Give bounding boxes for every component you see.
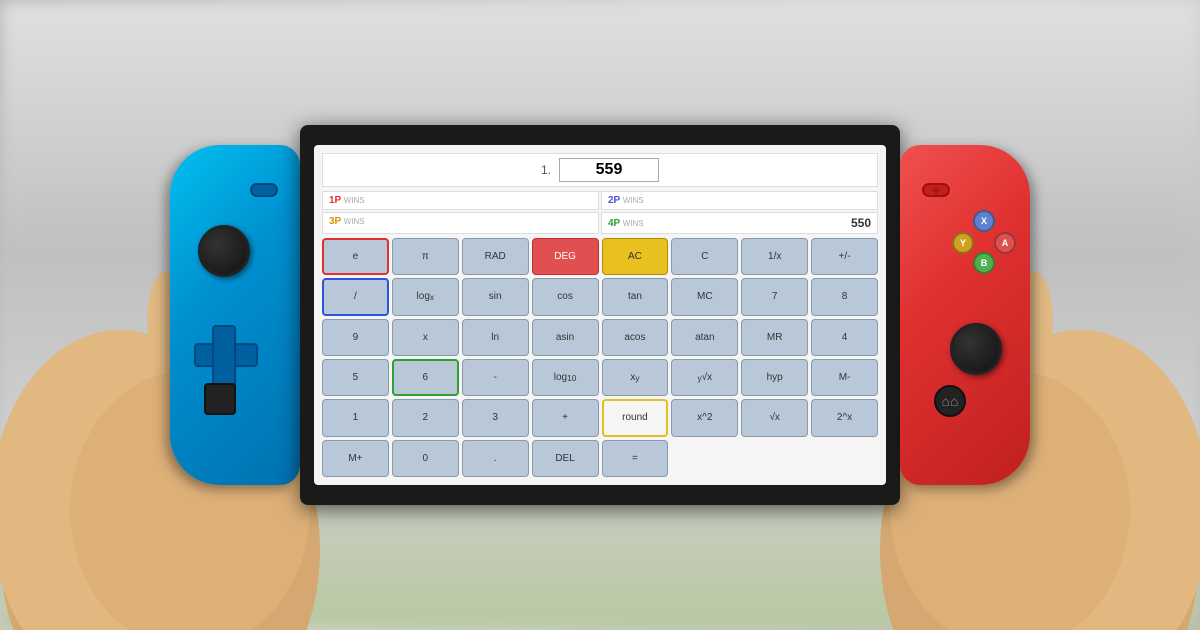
btn-mplus[interactable]: M+ [322,440,389,477]
player-3-wins: WINS [344,217,365,226]
btn-del[interactable]: DEL [532,440,599,477]
right-thumbstick[interactable] [950,323,1002,375]
btn-atan[interactable]: atan [671,319,738,356]
capture-button[interactable] [204,383,236,415]
joycon-right: X Y A B ⌂ [900,145,1030,485]
left-thumbstick[interactable] [198,225,250,277]
btn-asin[interactable]: asin [532,319,599,356]
btn-e[interactable]: e [322,238,389,275]
player-2-cell: 2P WINS [601,191,878,210]
btn-deg[interactable]: DEG [532,238,599,275]
btn-log10[interactable]: log10 [532,359,599,396]
calculator: 1. 559 1P WINS 2P WINS [314,145,886,485]
score-label: 1. [541,163,551,177]
btn-pi[interactable]: π [392,238,459,275]
player-4-wins: WINS [623,219,644,228]
btn-ln[interactable]: ln [462,319,529,356]
player-4-score: 550 [851,216,871,230]
btn-yrootx[interactable]: y√x [671,359,738,396]
btn-add[interactable]: + [532,399,599,436]
btn-mc[interactable]: MC [671,278,738,315]
player-4-cell: 4P WINS 550 [601,212,878,234]
btn-sqrt[interactable]: √x [741,399,808,436]
plus-button[interactable] [922,183,950,197]
btn-xy[interactable]: xy [602,359,669,396]
btn-b-face[interactable]: B [973,252,995,274]
player-2-wins: WINS [623,196,644,205]
player-4-label: 4P [608,218,620,229]
btn-mminus[interactable]: M- [811,359,878,396]
player-1-label: 1P [329,195,341,206]
dpad[interactable] [194,325,254,385]
switch-body: 1. 559 1P WINS 2P WINS [170,105,1030,525]
btn-decimal[interactable]: . [462,440,529,477]
face-buttons: X Y A B [952,210,1016,274]
btn-c[interactable]: C [671,238,738,275]
btn-y-face[interactable]: Y [952,232,974,254]
player-rows: 1P WINS 2P WINS 3P WINS [322,191,878,234]
minus-button[interactable] [250,183,278,197]
btn-rad[interactable]: RAD [462,238,529,275]
btn-x2[interactable]: x^2 [671,399,738,436]
player-1-cell: 1P WINS [322,191,599,210]
btn-4[interactable]: 4 [811,319,878,356]
scene: 1. 559 1P WINS 2P WINS [0,0,1200,630]
btn-hyp[interactable]: hyp [741,359,808,396]
btn-a-face[interactable]: A [994,232,1016,254]
btn-mr[interactable]: MR [741,319,808,356]
btn-3[interactable]: 3 [462,399,529,436]
btn-7[interactable]: 7 [741,278,808,315]
player-2-label: 2P [608,195,620,206]
btn-tan[interactable]: tan [602,278,669,315]
btn-subtract[interactable]: - [462,359,529,396]
screen: 1. 559 1P WINS 2P WINS [314,145,886,485]
btn-round[interactable]: round [602,399,669,436]
btn-1[interactable]: 1 [322,399,389,436]
btn-2[interactable]: 2 [392,399,459,436]
player-1-wins: WINS [344,196,365,205]
player-3-label: 3P [329,216,341,227]
score-display-row: 1. 559 [322,153,878,187]
console-center: 1. 559 1P WINS 2P WINS [300,125,900,505]
btn-5[interactable]: 5 [322,359,389,396]
btn-cos[interactable]: cos [532,278,599,315]
btn-x-face[interactable]: X [973,210,995,232]
btn-2x[interactable]: 2^x [811,399,878,436]
score-value: 559 [559,158,659,182]
calc-grid: e π RAD DEG AC C 1/x +/- / logx sin cos … [322,238,878,477]
home-button[interactable]: ⌂ [934,385,966,417]
player-3-cell: 3P WINS [322,212,599,234]
btn-9[interactable]: 9 [322,319,389,356]
btn-reciprocal[interactable]: 1/x [741,238,808,275]
btn-sin[interactable]: sin [462,278,529,315]
joycon-left [170,145,300,485]
btn-0[interactable]: 0 [392,440,459,477]
btn-acos[interactable]: acos [602,319,669,356]
btn-plusminus[interactable]: +/- [811,238,878,275]
btn-divide[interactable]: / [322,278,389,315]
btn-logx[interactable]: logx [392,278,459,315]
btn-8[interactable]: 8 [811,278,878,315]
btn-multiply[interactable]: x [392,319,459,356]
btn-ac[interactable]: AC [602,238,669,275]
btn-6[interactable]: 6 [392,359,459,396]
btn-equals[interactable]: = [602,440,669,477]
